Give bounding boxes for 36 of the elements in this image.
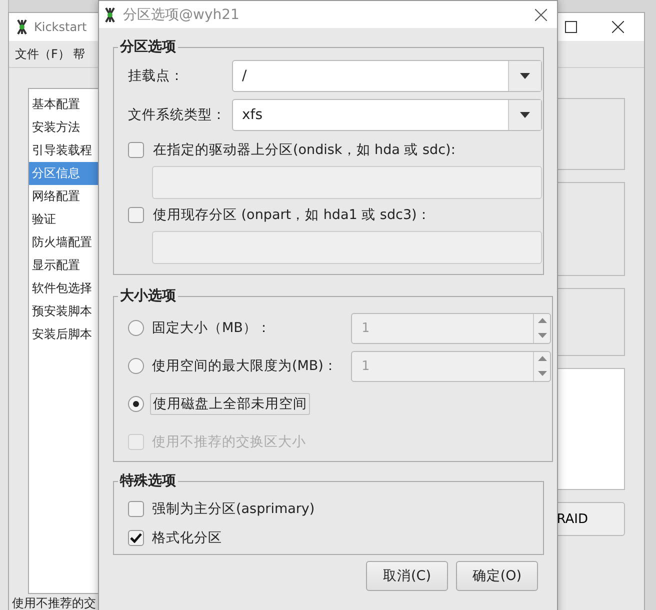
radio-button[interactable] (128, 320, 144, 336)
group-title: 分区选项 (118, 38, 177, 56)
radio-button[interactable] (128, 396, 144, 412)
dropdown-icon (520, 112, 530, 118)
checkbox[interactable] (128, 530, 144, 546)
checkbox-label: 强制为主分区(asprimary) (151, 500, 316, 518)
maximize-icon[interactable] (565, 21, 577, 33)
radio-label: 使用空间的最大限度为(MB)： (151, 357, 338, 376)
checkbox-label: 格式化分区 (151, 528, 223, 548)
app-icon (15, 19, 29, 35)
checkbox[interactable] (128, 142, 144, 158)
window-title: Kickstart (34, 20, 87, 34)
dropdown-icon (520, 73, 530, 79)
option-label: 使用不推荐的交 (12, 595, 97, 610)
radio-button[interactable] (128, 358, 144, 374)
group-title: 特殊选项 (118, 472, 177, 490)
radio-label: 固定大小（MB）： (151, 319, 272, 338)
menu-item[interactable]: 文件（F） (15, 46, 70, 62)
close-icon[interactable] (535, 8, 547, 20)
combo-box[interactable]: xfs (232, 99, 542, 131)
checkbox-label: 使用不推荐的交换区大小 (151, 433, 307, 452)
cancel-button[interactable]: 取消(C) (366, 561, 448, 591)
dialog-title: 分区选项@wyh21 (123, 6, 240, 24)
checkbox-label: 使用现存分区 (onpart，如 hda1 或 sdc3)： (152, 206, 432, 225)
radio-label: 使用磁盘上全部未用空间 (150, 393, 310, 415)
checkbox[interactable] (128, 207, 144, 223)
group-title: 大小选项 (119, 287, 177, 305)
checkbox[interactable] (128, 500, 144, 516)
checkbox-label: 在指定的驱动器上分区(ondisk，如 hda 或 sdc): (152, 141, 456, 160)
close-icon[interactable] (612, 21, 624, 33)
field-label: 挂载点： (128, 67, 185, 85)
field-label: 文件系统类型： (128, 106, 227, 124)
ok-button[interactable]: 确定(O) (456, 561, 538, 591)
combo-box[interactable]: / (232, 60, 542, 92)
app-icon (103, 6, 117, 22)
menu-item[interactable]: 帮 (72, 46, 85, 62)
